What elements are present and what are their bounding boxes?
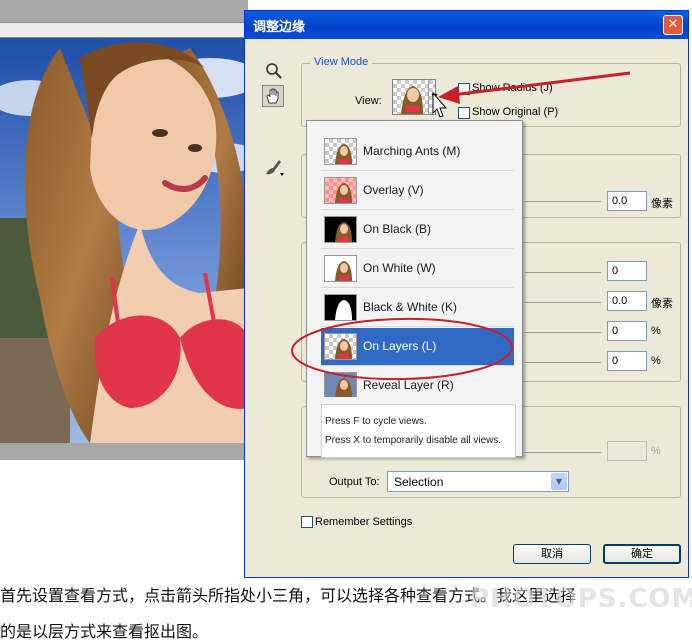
caption-line-2: 的是以层方式来查看抠出图。 [0, 622, 209, 641]
annotation-arrowhead [438, 86, 460, 104]
annotation-ellipse [291, 317, 513, 381]
watermark: PHOTOPS.COM [470, 584, 692, 614]
annotation-arrow [451, 71, 631, 97]
annotation-overlay [291, 71, 631, 381]
